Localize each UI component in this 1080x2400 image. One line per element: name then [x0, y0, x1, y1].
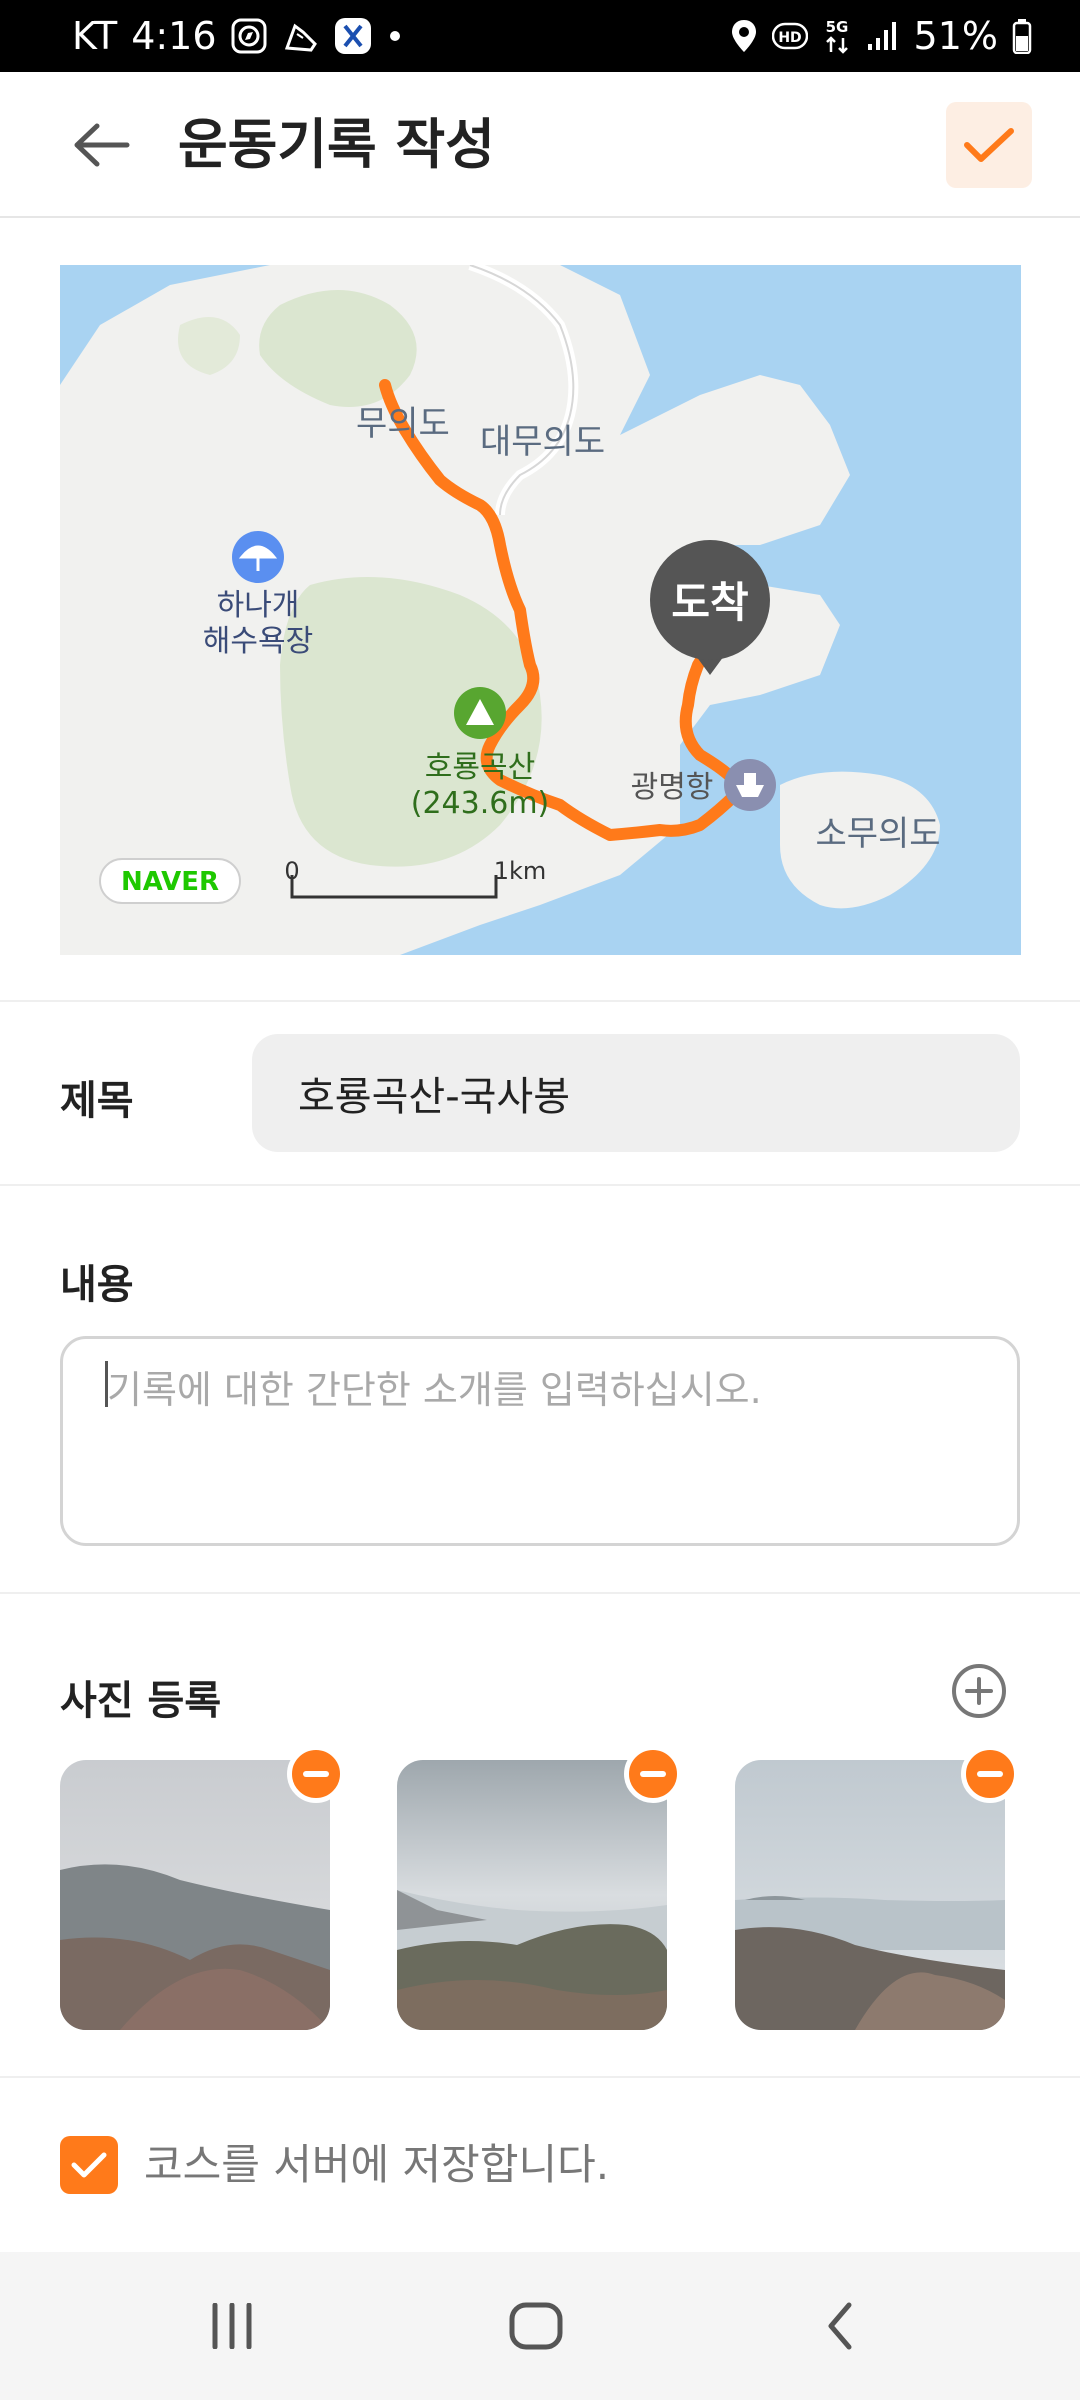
remove-photo-button-2[interactable] [624, 1745, 682, 1803]
shoe-icon [281, 18, 321, 54]
divider [0, 2076, 1080, 2078]
back-button[interactable] [60, 110, 140, 180]
x-app-icon [334, 18, 371, 54]
content-label: 내용 [60, 1262, 134, 1308]
check-icon [71, 2152, 107, 2178]
nav-back-button[interactable] [800, 2286, 880, 2366]
status-bar: KT 4:16 HD 5G 51% [0, 0, 1080, 72]
clock: 4:16 [131, 14, 217, 58]
content-textarea[interactable]: 기록에 대한 간단한 소개를 입력하십시오. [60, 1336, 1020, 1546]
content-placeholder: 기록에 대한 간단한 소개를 입력하십시오. [107, 1368, 762, 1412]
carrier-label: KT [72, 14, 118, 58]
map-label-beach-line2: 해수욕장 [203, 624, 313, 659]
system-nav-bar [0, 2252, 1080, 2400]
beach-umbrella-icon [232, 531, 284, 583]
title-input-value: 호룡곡산-국사봉 [298, 1074, 571, 1120]
map-label-island1: 무의도 [356, 404, 450, 444]
map-label-mountain-height: (243.6m) [411, 786, 550, 821]
port-ship-icon [724, 759, 776, 811]
svg-text:HD: HD [778, 30, 801, 46]
remove-photo-button-3[interactable] [961, 1745, 1019, 1803]
arrow-left-icon [74, 123, 130, 167]
battery-icon [1012, 18, 1032, 54]
recent-apps-icon [212, 2303, 252, 2349]
naver-logo: NAVER [99, 858, 241, 904]
divider [0, 1000, 1080, 1002]
photo-thumbnail-2[interactable] [397, 1760, 667, 2030]
recent-apps-button[interactable] [192, 2286, 272, 2366]
photo-image-2 [397, 1760, 667, 2030]
remove-photo-button-1[interactable] [287, 1745, 345, 1803]
dot-icon [385, 26, 405, 46]
map-label-port: 광명항 [631, 770, 714, 805]
divider [0, 1184, 1080, 1186]
save-course-label[interactable]: 코스를 서버에 저장합니다. [144, 2136, 609, 2194]
arrival-pin-label: 도착 [671, 578, 748, 627]
photo-image-3 [735, 1760, 1005, 2030]
compass-icon [231, 18, 267, 54]
minus-icon [977, 1771, 1003, 1777]
photos-label: 사진 등록 [60, 1678, 222, 1724]
photo-thumbnail-3[interactable] [735, 1760, 1005, 2030]
minus-icon [303, 1771, 329, 1777]
map-label-island2: 대무의도 [480, 422, 605, 462]
page-title: 운동기록 작성 [178, 113, 495, 176]
plus-circle-icon [952, 1664, 1006, 1718]
home-button[interactable] [496, 2286, 576, 2366]
confirm-button[interactable] [946, 102, 1032, 188]
add-photo-button[interactable] [950, 1662, 1008, 1720]
photo-thumbnail-1[interactable] [60, 1760, 330, 2030]
home-icon [509, 2302, 563, 2350]
title-input[interactable]: 호룡곡산-국사봉 [252, 1034, 1020, 1152]
app-header: 운동기록 작성 [0, 72, 1080, 218]
check-icon [964, 128, 1014, 162]
naver-logo-text: NAVER [121, 867, 219, 897]
map-label-island3: 소무의도 [815, 814, 940, 854]
save-course-checkbox[interactable] [60, 2136, 118, 2194]
scale-zero: 0 [284, 857, 299, 885]
location-icon [730, 18, 758, 54]
map-label-mountain-name: 호룡곡산 [425, 750, 535, 785]
battery-percent: 51% [913, 14, 998, 58]
back-icon [828, 2302, 852, 2350]
5g-icon: 5G [822, 16, 852, 56]
hd-icon: HD [771, 21, 808, 51]
divider [0, 1592, 1080, 1594]
title-label: 제목 [60, 1078, 134, 1124]
mountain-icon [454, 687, 506, 739]
minus-icon [640, 1771, 666, 1777]
signal-icon [866, 20, 900, 52]
scale-max: 1km [494, 857, 547, 885]
route-map[interactable]: 도착 무의도 대무의도 하나개 해수욕장 호룡곡산 (243.6m) 광명항 소… [60, 265, 1021, 955]
photo-image-1 [60, 1760, 330, 2030]
svg-text:5G: 5G [825, 18, 848, 36]
map-label-beach-line1: 하나개 [217, 588, 300, 623]
